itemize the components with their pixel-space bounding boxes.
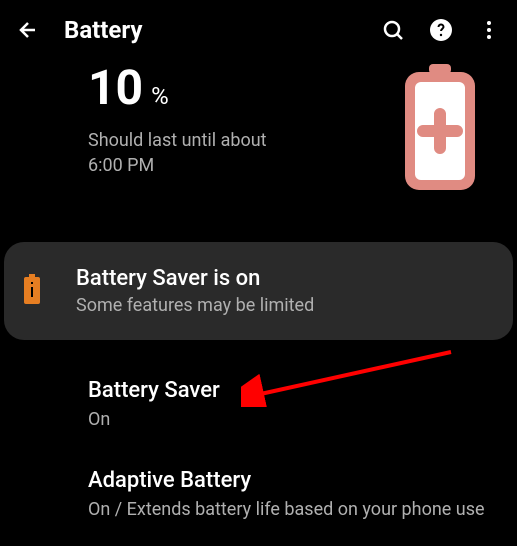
battery-saver-status: On xyxy=(88,407,493,432)
search-icon xyxy=(381,18,405,42)
battery-saver-setting[interactable]: Battery Saver On xyxy=(0,360,517,450)
adaptive-battery-status: On / Extends battery life based on your … xyxy=(88,497,493,522)
battery-icon xyxy=(399,64,481,194)
battery-percent: 10 % xyxy=(88,64,399,112)
saver-banner-subtitle: Some features may be limited xyxy=(76,295,489,316)
more-vertical-icon xyxy=(477,18,501,42)
more-button[interactable] xyxy=(477,18,501,42)
search-button[interactable] xyxy=(381,18,405,42)
battery-saver-title: Battery Saver xyxy=(88,378,493,403)
arrow-back-icon xyxy=(16,18,40,42)
saver-banner-icon-wrapper xyxy=(24,274,40,308)
battery-estimate-line2: 6:00 PM xyxy=(88,153,399,178)
back-button[interactable] xyxy=(16,18,40,42)
battery-visual xyxy=(399,64,481,198)
battery-percent-unit: % xyxy=(151,84,169,108)
adaptive-battery-setting[interactable]: Adaptive Battery On / Extends battery li… xyxy=(0,450,517,540)
page-title: Battery xyxy=(64,16,381,44)
battery-info: 10 % Should last until about 6:00 PM xyxy=(88,64,399,178)
battery-estimate: Should last until about 6:00 PM xyxy=(88,128,399,178)
battery-percent-value: 10 xyxy=(88,64,143,112)
help-button[interactable] xyxy=(429,18,453,42)
battery-estimate-line1: Should last until about xyxy=(88,128,399,153)
adaptive-battery-title: Adaptive Battery xyxy=(88,468,493,493)
help-icon xyxy=(429,18,453,42)
header: Battery xyxy=(0,0,517,64)
battery-saver-icon xyxy=(24,274,40,304)
saver-banner-content: Battery Saver is on Some features may be… xyxy=(76,266,489,316)
battery-saver-banner[interactable]: Battery Saver is on Some features may be… xyxy=(4,242,513,340)
saver-banner-title: Battery Saver is on xyxy=(76,266,489,291)
battery-status: 10 % Should last until about 6:00 PM xyxy=(0,64,517,198)
header-actions xyxy=(381,18,501,42)
